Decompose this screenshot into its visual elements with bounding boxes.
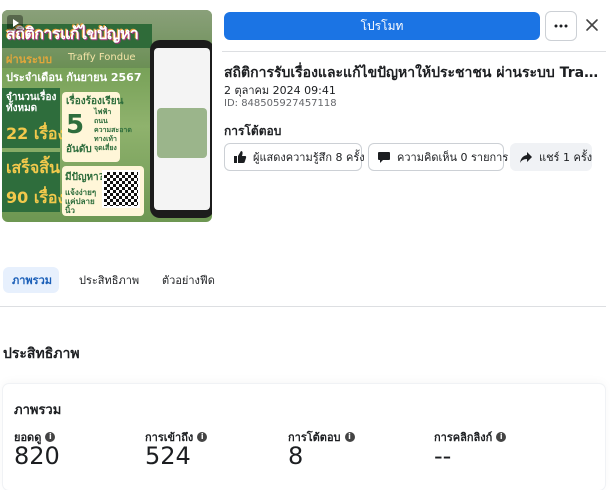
share-arrow-icon <box>520 152 532 163</box>
thumbnail-top-rank-label: อันดับ <box>66 144 92 155</box>
more-options-button[interactable] <box>545 11 577 41</box>
thumbnail-top-item: ทางเท้า <box>94 135 117 143</box>
performance-heading: ประสิทธิภาพ <box>3 346 80 362</box>
tabs-divider <box>0 306 606 307</box>
thumbnail-subtitle-prefix: ผ่านระบบ <box>6 53 52 66</box>
metric-link-clicks-value: -- <box>434 442 452 470</box>
comment-icon <box>378 152 390 163</box>
close-icon[interactable] <box>584 17 600 33</box>
video-play-icon <box>7 15 23 31</box>
thumbnail-headline: สถิติการแก้ไขปัญหา <box>6 24 139 43</box>
header-divider <box>222 51 606 52</box>
thumbnail-done-label: เสร็จสิ้น <box>6 158 60 177</box>
thumbnail-done-value: 90 เรื่อง <box>6 188 66 207</box>
thumbnail-top-label: เรื่องร้องเรียน <box>66 96 124 107</box>
post-id: ID: 848505927457118 <box>224 98 337 109</box>
info-icon[interactable]: i <box>496 432 507 442</box>
metric-views-value: 820 <box>14 442 60 470</box>
thumbnail-problem-label: มีปัญหา? <box>65 172 105 183</box>
metric-reach-value: 524 <box>145 442 191 470</box>
comments-button[interactable]: ความคิดเห็น 0 รายการ <box>368 143 508 171</box>
tab-performance[interactable]: ประสิทธิภาพ <box>70 267 148 293</box>
tab-feed-preview[interactable]: ตัวอย่างฟีด <box>153 267 224 293</box>
promote-button[interactable]: โปรโมท <box>224 12 540 40</box>
info-icon[interactable]: i <box>197 432 208 442</box>
phone-map-image <box>157 108 207 158</box>
reactions-label: ผู้แสดงความรู้สึก 8 ครั้ง <box>253 151 365 164</box>
thumbnail-problem-sub: แจ้งง่ายๆ แค่ปลายนิ้ว <box>65 188 97 215</box>
qr-code-icon <box>102 170 140 208</box>
post-thumbnail[interactable]: สถิติการแก้ไขปัญหา ผ่านระบบ Traffy Fondu… <box>2 10 212 222</box>
shares-button[interactable]: แชร์ 1 ครั้ง <box>510 143 592 171</box>
tab-overview[interactable]: ภาพรวม <box>3 267 59 293</box>
thumbnail-top-item: จุดเสี่ยง <box>94 144 117 152</box>
metric-engagement-value: 8 <box>288 442 304 470</box>
info-icon[interactable]: i <box>344 432 355 442</box>
thumbnail-total-label: จำนวนเรื่อง ทั้งหมด <box>6 92 57 114</box>
shares-label: แชร์ 1 ครั้ง <box>539 151 593 164</box>
thumbs-up-icon <box>234 151 247 163</box>
comments-label: ความคิดเห็น 0 รายการ <box>397 151 509 164</box>
thumbnail-period: ประจำเดือน กันยายน 2567 <box>6 71 142 84</box>
reactions-button[interactable]: ผู้แสดงความรู้สึก 8 ครั้ง <box>224 143 365 171</box>
post-date: 2 ตุลาคม 2024 09:41 <box>224 84 336 97</box>
reactions-heading: การโต้ตอบ <box>224 124 282 138</box>
thumbnail-top-item: ไฟฟ้า <box>94 108 112 116</box>
thumbnail-top-item: ถนน <box>94 117 108 125</box>
overview-panel-title: ภาพรวม <box>14 403 62 418</box>
thumbnail-total-value: 22 เรื่อง <box>6 124 66 143</box>
thumbnail-top-rank: 5 <box>66 110 85 140</box>
thumbnail-brand: Traffy Fondue <box>68 52 136 63</box>
thumbnail-top-item: ความสะอาด <box>94 126 132 134</box>
info-icon[interactable]: i <box>45 432 56 442</box>
ellipsis-icon <box>554 24 568 28</box>
